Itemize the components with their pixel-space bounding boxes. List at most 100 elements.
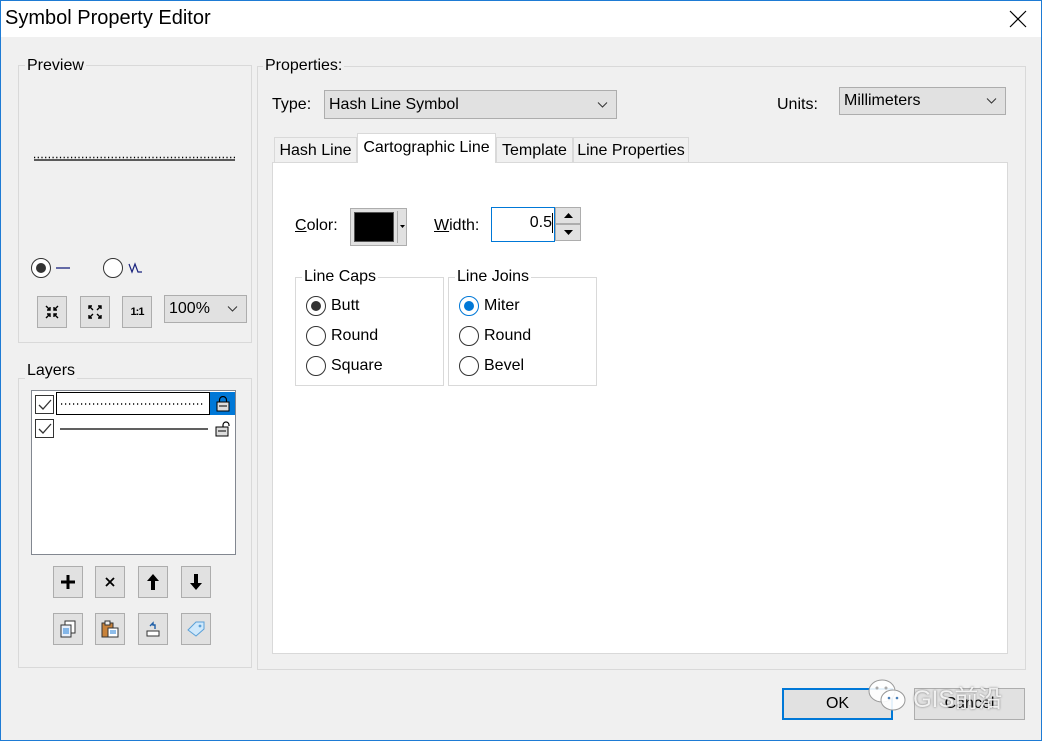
units-value: Millimeters [844,92,921,109]
cap-square-option[interactable]: Square [306,356,383,376]
tab-template[interactable]: Template [496,137,573,163]
option-label: Square [331,357,383,374]
width-value: 0.5 [529,214,552,231]
tab-hash-line[interactable]: Hash Line [274,137,357,163]
join-round-option[interactable]: Round [459,326,531,346]
paste-layer-button[interactable] [95,613,125,645]
width-increment-button[interactable] [555,207,581,224]
triangle-down-icon [563,230,573,235]
line-joins-label: Line Joins [455,268,532,286]
units-label: Units: [777,96,818,113]
zoom-in-button[interactable] [37,296,67,328]
radio-straight-checked[interactable] [31,258,51,278]
join-miter-option[interactable]: Miter [459,296,520,316]
tab-cartographic-line[interactable]: Cartographic Line [357,133,496,163]
preview-mode-straight[interactable] [31,258,72,278]
lock-open-icon [215,420,230,436]
type-label: Type: [272,96,312,113]
move-down-button[interactable] [181,566,211,598]
copy-layer-button[interactable] [53,613,83,645]
cancel-label: Cancel [944,695,995,712]
zoom-out-button[interactable] [80,296,110,328]
tab-line-properties[interactable]: Line Properties [573,137,689,163]
arrow-up-icon [147,574,159,590]
cap-butt-option[interactable]: Butt [306,296,359,316]
color-label: Color: [295,217,338,235]
reset-layer-button[interactable] [138,613,168,645]
ok-button[interactable]: OK [782,688,893,720]
remove-layer-button[interactable] [95,566,125,598]
move-up-button[interactable] [138,566,168,598]
cap-round-option[interactable]: Round [306,326,378,346]
window-title: Symbol Property Editor [5,7,211,29]
layer-lock-toggle[interactable] [210,417,235,440]
color-access-key: C [295,217,307,234]
ok-label: OK [825,695,850,712]
tag-layer-button[interactable] [181,613,211,645]
radio-unchecked[interactable] [459,326,479,346]
radio-checked[interactable] [306,296,326,316]
chevron-down-icon [986,98,997,104]
units-select[interactable]: Millimeters [839,87,1006,115]
tab-label: Cartographic Line [363,138,490,156]
one-to-one-icon: 1:1 [130,306,145,318]
option-label: Round [484,327,532,344]
chevron-down-icon [597,101,608,108]
copy-icon [60,620,76,638]
layer-visibility-checkbox[interactable] [35,419,54,438]
option-label: Butt [331,297,360,314]
cartographic-line-panel: Color: Width: 0.5 Line Caps Butt Round S… [272,162,1008,654]
width-input[interactable]: 0.5 [491,207,555,242]
title-bar: Symbol Property Editor [1,0,1041,37]
preview-hash-line [34,156,235,161]
caret-down-icon [400,225,405,228]
layer-row-selected[interactable] [56,392,210,415]
undo-icon [146,621,160,637]
radio-unchecked[interactable] [306,356,326,376]
radio-unchecked[interactable] [459,356,479,376]
preview-zoom-value: 100% [169,300,210,317]
preview-zoom-select[interactable]: 100% [164,295,247,323]
close-button[interactable] [995,1,1041,37]
properties-label: Properties: [263,57,345,75]
tab-label: Template [502,141,567,159]
color-picker-button[interactable] [350,208,407,246]
layer-solid-line-preview [60,428,208,430]
cancel-button[interactable]: Cancel [914,688,1025,720]
type-value: Hash Line Symbol [329,95,459,113]
radio-checked[interactable] [459,296,479,316]
join-bevel-option[interactable]: Bevel [459,356,524,376]
layer-row[interactable] [56,417,210,440]
radio-zigzag[interactable] [103,258,123,278]
type-select[interactable]: Hash Line Symbol [324,90,617,119]
actual-size-button[interactable]: 1:1 [122,296,152,328]
width-label: Width: [434,217,479,235]
layer-lock-toggle[interactable] [210,392,235,415]
add-layer-button[interactable] [53,566,83,598]
preview-label: Preview [25,57,86,75]
color-swatch [354,212,394,242]
tab-label: Line Properties [577,141,685,159]
layer-dotted-line-preview [61,403,204,405]
width-access-key: W [434,217,450,234]
width-decrement-button[interactable] [555,224,581,241]
zigzag-line-icon [128,262,142,274]
preview-mode-zigzag[interactable] [103,258,144,278]
color-label-text: olor: [306,217,338,234]
option-label: Bevel [484,357,525,374]
zoom-out-icon [88,305,102,319]
layer-visibility-checkbox[interactable] [35,395,54,414]
color-dropdown-divider [397,211,398,243]
checkmark-icon [38,399,51,410]
arrow-down-icon [190,574,202,590]
triangle-up-icon [563,213,573,218]
layers-list[interactable] [31,390,236,555]
zoom-in-icon [45,305,59,319]
radio-unchecked[interactable] [306,326,326,346]
line-caps-label: Line Caps [302,268,379,286]
preview-canvas [33,150,237,164]
text-cursor [552,213,553,233]
plus-icon [61,575,75,589]
option-label: Round [331,327,379,344]
width-stepper[interactable] [555,207,581,242]
